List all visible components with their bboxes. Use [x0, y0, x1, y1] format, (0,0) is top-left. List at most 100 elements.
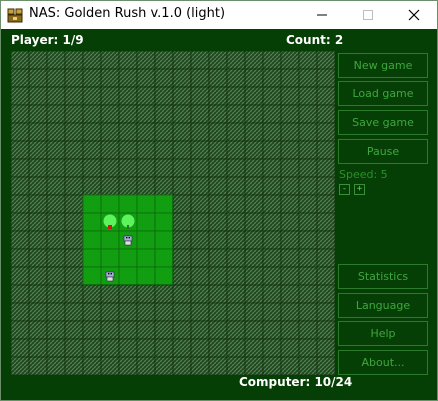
hidden-cell	[100, 104, 120, 124]
hidden-cell	[244, 51, 264, 70]
hidden-cell	[226, 338, 246, 358]
hidden-cell	[208, 194, 228, 214]
hidden-cell	[208, 140, 228, 160]
hidden-cell	[100, 51, 120, 70]
hidden-cell	[11, 230, 30, 250]
revealed-cell	[154, 230, 174, 250]
hidden-cell	[244, 86, 264, 106]
hidden-cell	[46, 212, 66, 232]
hidden-cell	[136, 158, 156, 178]
hidden-cell	[28, 320, 48, 340]
speed-increase-button[interactable]: +	[354, 184, 365, 195]
revealed-cell	[154, 248, 174, 268]
hidden-cell	[100, 86, 120, 106]
close-button[interactable]	[391, 1, 437, 29]
hidden-cell	[298, 68, 318, 88]
new-game-button[interactable]: New game	[338, 53, 428, 78]
hidden-cell	[226, 320, 246, 340]
hidden-cell	[11, 302, 30, 322]
hidden-cell	[172, 338, 192, 358]
help-button[interactable]: Help	[338, 321, 428, 346]
hidden-cell	[190, 284, 210, 304]
hidden-cell	[226, 266, 246, 286]
statistics-button[interactable]: Statistics	[338, 264, 428, 289]
hidden-cell	[226, 158, 246, 178]
hidden-cell	[46, 194, 66, 214]
hidden-cell	[64, 104, 84, 124]
hidden-cell	[298, 176, 318, 196]
hidden-cell	[82, 51, 102, 70]
revealed-cell	[136, 230, 156, 250]
hidden-cell	[208, 86, 228, 106]
hidden-cell	[190, 338, 210, 358]
hidden-cell	[316, 104, 335, 124]
window-title: NAS: Golden Rush v.1.0 (light)	[29, 6, 226, 21]
hidden-cell	[11, 176, 30, 196]
hidden-cell	[136, 51, 156, 70]
hidden-cell	[208, 122, 228, 142]
language-button[interactable]: Language	[338, 293, 428, 318]
revealed-cell	[82, 248, 102, 268]
hidden-cell	[28, 194, 48, 214]
hidden-cell	[64, 68, 84, 88]
hidden-cell	[11, 320, 30, 340]
hidden-cell	[172, 158, 192, 178]
count-counter: Count: 2	[286, 33, 344, 47]
hidden-cell	[172, 212, 192, 232]
hidden-cell	[316, 86, 335, 106]
hidden-cell	[262, 302, 282, 322]
hidden-cell	[64, 158, 84, 178]
hidden-cell	[262, 140, 282, 160]
hidden-cell	[136, 122, 156, 142]
hidden-cell	[226, 104, 246, 124]
hidden-cell	[316, 266, 335, 286]
pause-button[interactable]: Pause	[338, 139, 428, 164]
hidden-cell	[190, 248, 210, 268]
maximize-button[interactable]	[345, 1, 391, 29]
close-icon	[408, 9, 420, 21]
hidden-cell	[208, 51, 228, 70]
hidden-cell	[262, 51, 282, 70]
hidden-cell	[118, 51, 138, 70]
revealed-cell	[82, 230, 102, 250]
hidden-cell	[172, 176, 192, 196]
hidden-cell	[46, 68, 66, 88]
hidden-cell	[64, 176, 84, 196]
revealed-cell	[136, 248, 156, 268]
load-game-button[interactable]: Load game	[338, 81, 428, 106]
hidden-cell	[136, 284, 156, 304]
speed-decrease-button[interactable]: -	[339, 184, 350, 195]
hidden-cell	[82, 338, 102, 358]
hidden-cell	[280, 51, 300, 70]
hidden-cell	[136, 320, 156, 340]
hidden-cell	[262, 266, 282, 286]
hidden-cell	[136, 176, 156, 196]
minimize-button[interactable]	[299, 1, 345, 29]
hidden-cell	[280, 68, 300, 88]
hidden-cell	[226, 140, 246, 160]
hidden-cell	[46, 284, 66, 304]
about-button[interactable]: About...	[338, 350, 428, 375]
game-board[interactable]	[11, 51, 335, 375]
hidden-cell	[298, 212, 318, 232]
hidden-cell	[118, 104, 138, 124]
hidden-cell	[46, 86, 66, 106]
hidden-cell	[28, 122, 48, 142]
hidden-cell	[298, 284, 318, 304]
hidden-cell	[244, 194, 264, 214]
robot-icon	[105, 271, 115, 282]
hidden-cell	[46, 140, 66, 160]
hidden-cell	[64, 356, 84, 375]
hidden-cell	[82, 86, 102, 106]
hidden-cell	[154, 176, 174, 196]
hidden-cell	[11, 51, 30, 70]
hidden-cell	[262, 320, 282, 340]
hidden-cell	[190, 302, 210, 322]
hidden-cell	[100, 68, 120, 88]
hidden-cell	[100, 176, 120, 196]
hidden-cell	[316, 356, 335, 375]
hidden-cell	[172, 248, 192, 268]
save-game-button[interactable]: Save game	[338, 110, 428, 135]
hidden-cell	[46, 320, 66, 340]
hidden-cell	[28, 176, 48, 196]
